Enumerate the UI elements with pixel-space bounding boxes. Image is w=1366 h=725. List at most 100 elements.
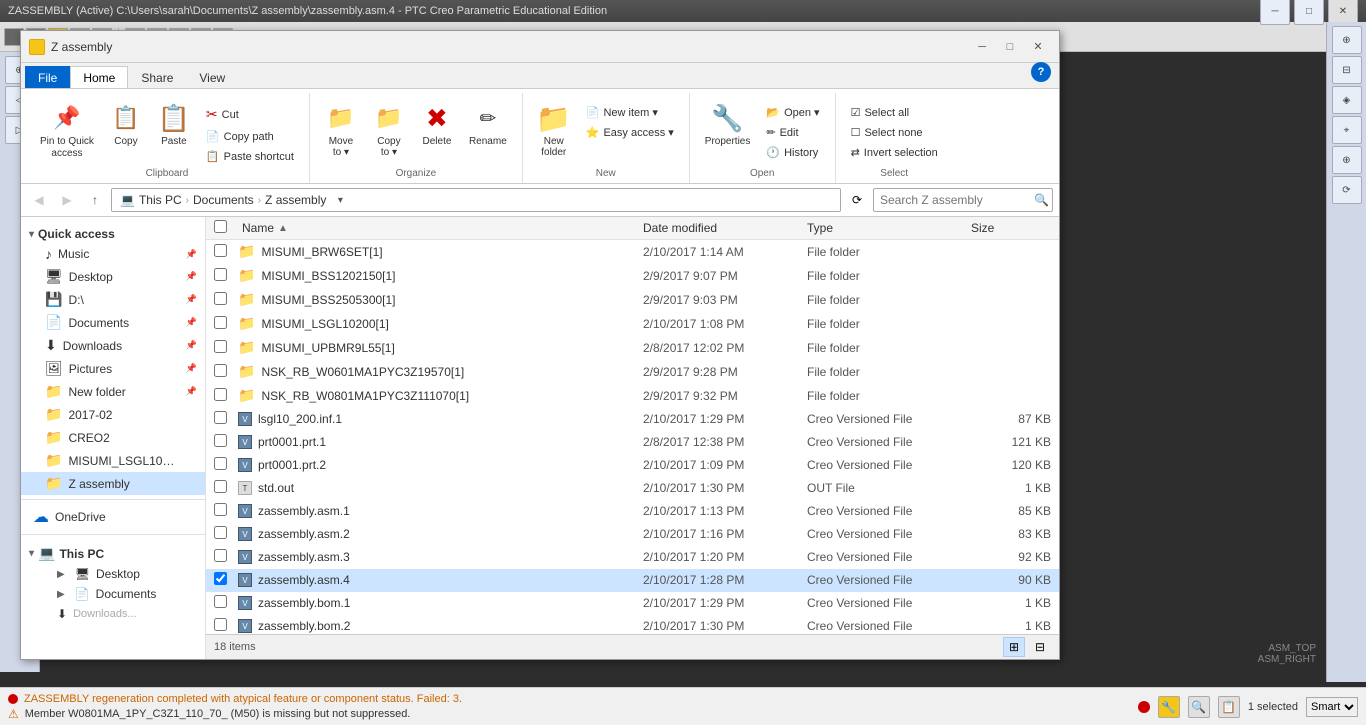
delete-button[interactable]: ✖ Delete xyxy=(414,97,460,152)
this-pc-header[interactable]: ▾ 💻 This PC xyxy=(21,539,205,564)
bg-rpanel-btn6[interactable]: ⟳ xyxy=(1332,176,1362,204)
sidebar-item-d[interactable]: 💾 D:\ 📌 xyxy=(21,288,205,311)
address-crumb-thispc[interactable]: This PC xyxy=(139,193,182,207)
col-date-header[interactable]: Date modified xyxy=(643,221,803,235)
select-all-checkbox[interactable] xyxy=(214,220,227,233)
col-size-header[interactable]: Size xyxy=(971,221,1051,235)
row-check-input[interactable] xyxy=(214,316,227,329)
sidebar-item-thispc-documents[interactable]: ▶ 📄 Documents xyxy=(21,584,205,604)
copy-to-button[interactable]: 📁 Copyto ▾ xyxy=(366,97,412,163)
row-check-input[interactable] xyxy=(214,434,227,447)
row-check-input[interactable] xyxy=(214,340,227,353)
col-type-header[interactable]: Type xyxy=(807,221,967,235)
bg-rpanel-btn3[interactable]: ◈ xyxy=(1332,86,1362,114)
edit-button[interactable]: ✏ Edit xyxy=(759,123,826,142)
address-crumb-zassembly[interactable]: Z assembly xyxy=(265,193,326,207)
sidebar-item-thispc-desktop[interactable]: ▶ 🖥 Desktop xyxy=(21,564,205,584)
file-row[interactable]: 📁 NSK_RB_W0601MA1PYC3Z19570[1] 2/9/2017 … xyxy=(206,360,1059,384)
file-row[interactable]: V zassembly.asm.1 2/10/2017 1:13 PM Creo… xyxy=(206,500,1059,523)
file-row[interactable]: 📁 MISUMI_BRW6SET[1] 2/10/2017 1:14 AM Fi… xyxy=(206,240,1059,264)
row-check-input[interactable] xyxy=(214,244,227,257)
refresh-button[interactable]: ⟳ xyxy=(845,188,869,212)
new-item-button[interactable]: 📄 New item ▾ xyxy=(579,103,681,122)
tab-share[interactable]: Share xyxy=(128,66,186,88)
select-none-button[interactable]: ☐ Select none xyxy=(844,123,945,142)
forward-button[interactable]: ▶ xyxy=(55,188,79,212)
sidebar-item-zassembly[interactable]: 📁 Z assembly xyxy=(21,472,205,495)
bg-rpanel-btn4[interactable]: ⌖ xyxy=(1332,116,1362,144)
bg-status-icon1[interactable]: 🔧 xyxy=(1158,696,1180,718)
bg-status-icon2[interactable]: 🔍 xyxy=(1188,696,1210,718)
open-button[interactable]: 📂 Open ▾ xyxy=(759,103,826,122)
row-check-input[interactable] xyxy=(214,549,227,562)
row-check-input[interactable] xyxy=(214,503,227,516)
copy-path-button[interactable]: 📄 Copy path xyxy=(199,127,301,146)
sidebar-item-misumi[interactable]: 📁 MISUMI_LSGL10200... xyxy=(21,449,205,472)
file-row[interactable]: 📁 MISUMI_BSS1202150[1] 2/9/2017 9:07 PM … xyxy=(206,264,1059,288)
pin-quickaccess-button[interactable]: 📌 Pin to Quickaccess xyxy=(33,97,101,165)
help-button[interactable]: ? xyxy=(1031,62,1051,82)
history-button[interactable]: 🕐 History xyxy=(759,143,826,162)
sidebar-item-documents[interactable]: 📄 Documents 📌 xyxy=(21,311,205,334)
bg-rpanel-btn2[interactable]: ⊟ xyxy=(1332,56,1362,84)
file-row[interactable]: 📁 MISUMI_BSS2505300[1] 2/9/2017 9:03 PM … xyxy=(206,288,1059,312)
file-row[interactable]: V zassembly.asm.4 2/10/2017 1:28 PM Creo… xyxy=(206,569,1059,592)
sidebar-item-music[interactable]: ♪ Music 📌 xyxy=(21,243,205,265)
bg-max-btn[interactable]: □ xyxy=(1294,0,1324,25)
file-row[interactable]: 📁 MISUMI_LSGL10200[1] 2/10/2017 1:08 PM … xyxy=(206,312,1059,336)
title-controls[interactable]: ─ □ ✕ xyxy=(969,37,1051,57)
tab-home[interactable]: Home xyxy=(70,66,128,88)
address-dropdown-button[interactable]: ▾ xyxy=(330,189,350,211)
sidebar-item-onedrive[interactable]: ☁ OneDrive xyxy=(21,504,205,530)
close-button[interactable]: ✕ xyxy=(1025,37,1051,57)
row-check-input[interactable] xyxy=(214,292,227,305)
row-check-input[interactable] xyxy=(214,457,227,470)
select-all-button[interactable]: ☑ Select all xyxy=(844,103,945,122)
file-row[interactable]: V zassembly.bom.1 2/10/2017 1:29 PM Creo… xyxy=(206,592,1059,615)
row-check-input[interactable] xyxy=(214,411,227,424)
tab-view[interactable]: View xyxy=(186,66,238,88)
row-check-input[interactable] xyxy=(214,364,227,377)
col-name-header[interactable]: Name ▲ xyxy=(242,221,639,235)
invert-selection-button[interactable]: ⇄ Invert selection xyxy=(844,143,945,162)
bg-rpanel-btn1[interactable]: ⊕ xyxy=(1332,26,1362,54)
sidebar-item-thispc-downloads[interactable]: ⬇ Downloads... xyxy=(21,604,205,624)
file-row[interactable]: V prt0001.prt.2 2/10/2017 1:09 PM Creo V… xyxy=(206,454,1059,477)
copy-large-button[interactable]: 📋 Copy xyxy=(103,97,149,152)
sidebar-item-downloads[interactable]: ⬇ Downloads 📌 xyxy=(21,334,205,357)
cut-button[interactable]: ✂ Cut xyxy=(199,103,301,126)
bg-min-btn[interactable]: ─ xyxy=(1260,0,1290,25)
back-button[interactable]: ◀ xyxy=(27,188,51,212)
sidebar-item-2017[interactable]: 📁 2017-02 xyxy=(21,403,205,426)
row-check-input[interactable] xyxy=(214,268,227,281)
tab-file[interactable]: File xyxy=(25,66,70,88)
row-check-input[interactable] xyxy=(214,618,227,631)
file-row[interactable]: V zassembly.bom.2 2/10/2017 1:30 PM Creo… xyxy=(206,615,1059,634)
paste-button[interactable]: 📋 Paste xyxy=(151,97,197,152)
file-row[interactable]: V zassembly.asm.2 2/10/2017 1:16 PM Creo… xyxy=(206,523,1059,546)
file-list-scroll[interactable]: 📁 MISUMI_BRW6SET[1] 2/10/2017 1:14 AM Fi… xyxy=(206,240,1059,634)
rename-button[interactable]: ✏ Rename xyxy=(462,97,514,152)
file-row[interactable]: V lsgl10_200.inf.1 2/10/2017 1:29 PM Cre… xyxy=(206,408,1059,431)
move-to-button[interactable]: 📁 Moveto ▾ xyxy=(318,97,364,163)
file-row[interactable]: T std.out 2/10/2017 1:30 PM OUT File 1 K… xyxy=(206,477,1059,500)
file-row[interactable]: V prt0001.prt.1 2/8/2017 12:38 PM Creo V… xyxy=(206,431,1059,454)
address-path[interactable]: 💻 This PC › Documents › Z assembly ▾ xyxy=(111,188,841,212)
row-check-input[interactable] xyxy=(214,388,227,401)
row-check-input[interactable] xyxy=(214,595,227,608)
paste-shortcut-button[interactable]: 📋 Paste shortcut xyxy=(199,147,301,166)
sidebar-item-desktop[interactable]: 🖥 Desktop 📌 xyxy=(21,265,205,288)
new-folder-button[interactable]: 📁 Newfolder xyxy=(531,97,577,163)
search-input[interactable] xyxy=(873,188,1053,212)
row-check-input[interactable] xyxy=(214,572,227,585)
file-row[interactable]: 📁 NSK_RB_W0801MA1PYC3Z111070[1] 2/9/2017… xyxy=(206,384,1059,408)
row-check-input[interactable] xyxy=(214,480,227,493)
bg-mode-select[interactable]: Smart xyxy=(1306,697,1358,717)
properties-button[interactable]: 🔧 Properties xyxy=(698,97,758,152)
sidebar-item-newfolder[interactable]: 📁 New folder 📌 xyxy=(21,380,205,403)
large-icons-button[interactable]: ⊟ xyxy=(1029,637,1051,657)
up-button[interactable]: ↑ xyxy=(83,188,107,212)
easy-access-button[interactable]: ⭐ Easy access ▾ xyxy=(579,123,681,142)
bg-status-icon3[interactable]: 📋 xyxy=(1218,696,1240,718)
row-check-input[interactable] xyxy=(214,526,227,539)
